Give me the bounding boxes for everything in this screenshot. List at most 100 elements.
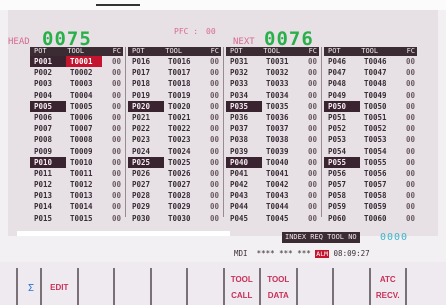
sigma-icon[interactable]: Σ [28,283,34,294]
softkey-label [79,268,114,272]
table-row[interactable]: P004 T0004 00 [30,90,123,101]
tool-cell: T0034 [266,90,289,100]
softkey-line2: CALL [231,291,253,300]
tool-cell: T0057 [364,180,387,190]
tool-cell: T0021 [168,112,191,122]
table-row[interactable]: P009 T0009 00 [30,146,123,157]
table-row[interactable]: P033 T0033 00 [226,78,319,89]
table-row[interactable]: P044 T0044 00 [226,201,319,212]
table-row[interactable]: P054 T0054 00 [324,146,417,157]
table-row[interactable]: P003 T0003 00 [30,78,123,89]
table-row[interactable]: P039 T0039 00 [226,146,319,157]
table-row[interactable]: P052 T0052 00 [324,123,417,134]
table-row[interactable]: P006 T0006 00 [30,112,123,123]
table-row[interactable]: P001 T0001 00 [30,56,123,68]
table-row[interactable]: P046 T0046 00 [324,56,417,67]
pot-cell: P009 [34,146,53,156]
table-row[interactable]: P018 T0018 00 [128,78,221,89]
table-row[interactable]: P036 T0036 00 [226,112,319,123]
index-req-label: INDEX REQ TOOL NO [282,232,360,243]
table-row[interactable]: P060 T0060 00 [324,213,417,224]
table-row[interactable]: P010 T0010 00 [30,156,123,168]
pot-table-3: POT TOOL FC P031 T0031 00 P032 T0032 00 P033 T0033… [226,47,319,224]
table-row[interactable]: P031 T0031 00 [226,56,319,67]
softkey-6[interactable]: TOOL CALL [222,268,260,305]
input-line[interactable] [17,231,230,236]
table-row[interactable]: P014 T0014 00 [30,201,123,212]
softkey-7[interactable]: TOOL DATA [259,268,296,305]
table-row[interactable]: P023 T0023 00 [128,134,221,145]
table-row[interactable]: P051 T0051 00 [324,112,417,123]
fc-cell: 00 [405,180,415,190]
table-row[interactable]: P012 T0012 00 [30,179,123,190]
tool-cell: T0017 [168,68,191,78]
table-row[interactable]: P059 T0059 00 [324,201,417,212]
table-row[interactable]: P007 T0007 00 [30,123,123,134]
table-row[interactable]: P056 T0056 00 [324,168,417,179]
tool-cell: T0048 [364,79,387,89]
table-row[interactable]: P019 T0019 00 [128,90,221,101]
table-row[interactable]: P027 T0027 00 [128,179,221,190]
table-row[interactable]: P013 T0013 00 [30,190,123,201]
softkey-1[interactable]: EDIT [40,268,77,305]
softkey-8[interactable] [295,268,333,305]
softkey-4[interactable] [149,268,187,305]
table-row[interactable]: P011 T0011 00 [30,168,123,179]
fc-cell: 00 [307,146,317,156]
pot-cell: P049 [328,90,347,100]
table-row[interactable]: P016 T0016 00 [128,56,221,67]
index-req-value: 0000 [380,232,409,243]
softkey-9[interactable] [332,268,369,305]
fc-cell: 00 [209,146,219,156]
table-row[interactable]: P040 T0040 00 [226,156,319,168]
pot-cell: P017 [132,68,151,78]
table-row[interactable]: P045 T0045 00 [226,213,319,224]
pot-cell: P004 [34,90,53,100]
table-row[interactable]: P034 T0034 00 [226,90,319,101]
tool-cell: T0039 [266,146,289,156]
table-row[interactable]: P057 T0057 00 [324,179,417,190]
table-row[interactable]: P026 T0026 00 [128,168,221,179]
table-row[interactable]: P025 T0025 00 [128,156,221,168]
table-row[interactable]: P024 T0024 00 [128,146,221,157]
table-row[interactable]: P058 T0058 00 [324,190,417,201]
table-row[interactable]: P038 T0038 00 [226,134,319,145]
table-row[interactable]: P047 T0047 00 [324,67,417,78]
table-row[interactable]: P020 T0020 00 [128,100,221,112]
table-row[interactable]: P048 T0048 00 [324,78,417,89]
softkey-3[interactable] [113,268,150,305]
softkey-11[interactable] [405,268,442,305]
table-row[interactable]: P035 T0035 00 [226,100,319,112]
table-row[interactable]: P037 T0037 00 [226,123,319,134]
table-row[interactable]: P032 T0032 00 [226,67,319,78]
pot-cell: P011 [34,168,53,178]
table-row[interactable]: P042 T0042 00 [226,179,319,190]
softkey-10[interactable]: ATC RECV. [368,268,406,305]
table-row[interactable]: P053 T0053 00 [324,134,417,145]
table-row[interactable]: P029 T0029 00 [128,201,221,212]
pot-cell: P040 [226,156,262,168]
pot-cell: P060 [328,213,347,223]
table-row[interactable]: P021 T0021 00 [128,112,221,123]
table-row[interactable]: P050 T0050 00 [324,100,417,112]
tool-cell: T0003 [70,79,93,89]
table-row[interactable]: P049 T0049 00 [324,90,417,101]
table-row[interactable]: P043 T0043 00 [226,190,319,201]
table-row[interactable]: P008 T0008 00 [30,134,123,145]
pot-table-1: POT TOOL FC P001 T0001 00 P002 T0002 00 P003 T0003… [30,47,123,224]
table-row[interactable]: P055 T0055 00 [324,156,417,168]
table-row[interactable]: P022 T0022 00 [128,123,221,134]
table-row[interactable]: P002 T0002 00 [30,67,123,78]
table-row[interactable]: P015 T0015 00 [30,213,123,224]
table-row[interactable]: P030 T0030 00 [128,213,221,224]
table-row[interactable]: P028 T0028 00 [128,190,221,201]
table-row[interactable]: P017 T0017 00 [128,67,221,78]
softkey-2[interactable] [76,268,114,305]
table-row[interactable]: P041 T0041 00 [226,168,319,179]
pot-cell: P037 [230,124,249,134]
pot-cell: P014 [34,202,53,212]
table-row[interactable]: P005 T0005 00 [30,100,123,112]
softkey-5[interactable] [186,268,223,305]
softkey-label [298,268,333,272]
tool-cell: T0052 [364,124,387,134]
